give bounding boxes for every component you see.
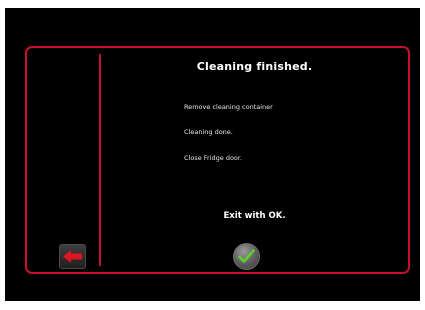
instruction-line: Remove cleaning container: [184, 103, 273, 111]
dialog-panel: Cleaning finished. Remove cleaning conta…: [25, 46, 410, 274]
exit-hint: Exit with OK.: [223, 211, 286, 221]
panel-divider: [99, 54, 101, 266]
back-button[interactable]: [59, 244, 86, 269]
instruction-line: Close Fridge door.: [184, 154, 243, 162]
red-arrow-left-icon: [63, 250, 82, 263]
green-checkmark-icon: [238, 249, 255, 263]
ok-button[interactable]: [233, 243, 260, 270]
dialog-title: Cleaning finished.: [196, 60, 313, 73]
device-screen: Cleaning finished. Remove cleaning conta…: [5, 8, 420, 301]
instruction-line: Cleaning done.: [184, 128, 233, 136]
